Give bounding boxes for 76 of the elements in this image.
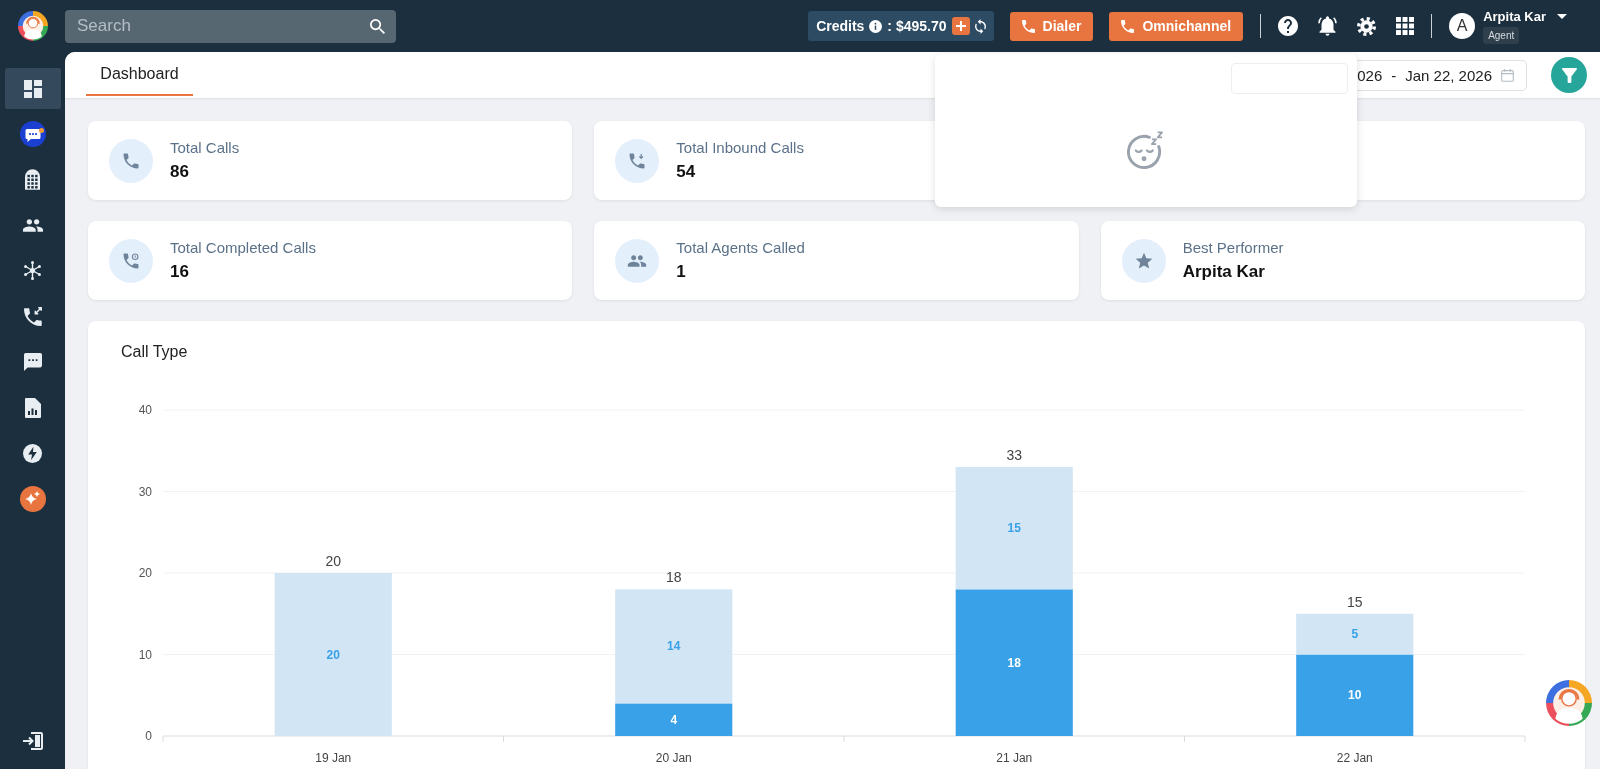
phone-incoming-icon [615, 138, 660, 183]
chat-icon [19, 121, 46, 148]
bar-value-label: 20 [326, 647, 340, 662]
message-icon [23, 353, 42, 372]
caret-icon[interactable] [1557, 13, 1567, 19]
calendar-icon [1501, 68, 1514, 82]
x-axis-label: 20 Jan [655, 751, 692, 765]
people-icon [615, 238, 660, 283]
stat-value: 86 [170, 162, 189, 182]
phone-icon [1121, 19, 1135, 33]
search-icon[interactable] [370, 18, 385, 34]
stat-value: 16 [170, 262, 189, 282]
filter-icon [1561, 67, 1577, 83]
bar-value-label: 14 [667, 639, 681, 654]
user-avatar[interactable]: A [1449, 13, 1476, 39]
bar-value-label: 5 [1351, 627, 1359, 642]
plus-icon [955, 21, 966, 31]
credits-label: Credits [816, 18, 865, 34]
bar-total-label: 18 [665, 569, 682, 586]
bar-total-label: 20 [325, 553, 342, 569]
dashboard-icon [23, 79, 42, 98]
settings-icon[interactable] [1357, 16, 1377, 36]
y-axis-label: 10 [138, 647, 152, 662]
bolt-icon [23, 443, 42, 463]
report-icon [24, 397, 41, 418]
search-field[interactable]: Search [65, 9, 396, 43]
chart-title: Call Type [121, 343, 188, 360]
phone-icon [109, 138, 153, 183]
hub-icon [24, 261, 41, 281]
date-range-field[interactable]: 026 - Jan 22, 2026 [1357, 59, 1527, 91]
refresh-icon[interactable] [974, 18, 986, 34]
sleeping-face-icon [1127, 131, 1165, 169]
add-credits-button[interactable] [951, 17, 970, 35]
stat-label: Total Inbound Calls [676, 139, 804, 156]
stat-label: Total Agents Called [676, 239, 805, 256]
x-axis-label: 21 Jan [996, 751, 1033, 765]
date-separator: - [1391, 66, 1397, 84]
x-axis-label: 22 Jan [1336, 751, 1373, 765]
keypad-icon [25, 169, 40, 191]
info-icon[interactable] [869, 19, 883, 33]
y-axis-label: 0 [145, 729, 152, 743]
people-icon [22, 218, 43, 232]
y-axis-label: 20 [138, 566, 152, 580]
bar-value-label: 18 [1007, 655, 1021, 670]
floating-logo-icon[interactable] [1546, 680, 1592, 726]
bar-value-label: 4 [670, 712, 678, 727]
tab[interactable]: Dashboard [86, 52, 193, 96]
help-icon[interactable] [1278, 16, 1299, 36]
bar-total-label: 33 [1006, 447, 1023, 464]
bar-value-label: 10 [1348, 688, 1362, 703]
role-badge: Agent [1483, 26, 1520, 44]
logout-icon [22, 732, 43, 750]
bar-total-label: 15 [1346, 593, 1363, 610]
y-axis-label: 30 [138, 484, 152, 499]
stat-value: 54 [676, 162, 696, 182]
bell-icon[interactable] [1318, 16, 1338, 36]
phone-transfer-icon [23, 306, 42, 326]
sparkle-icon [19, 485, 46, 512]
stat-label: Total Completed Calls [170, 239, 316, 256]
stat-label: Total Calls [170, 139, 240, 156]
phone-icon [1021, 19, 1035, 33]
user-name[interactable]: Arpita Kar [1483, 8, 1546, 24]
x-axis-label: 19 Jan [315, 751, 352, 765]
bar-value-label: 15 [1007, 521, 1021, 536]
date-start: 026 [1357, 66, 1383, 84]
app-logo-icon[interactable] [17, 11, 48, 41]
nav-item[interactable] [4, 68, 61, 109]
stat-value: 1 [676, 262, 686, 282]
phone-clock-icon [109, 238, 153, 283]
apps-grid-icon[interactable] [1396, 17, 1415, 35]
stat-label: Best Performer [1182, 239, 1284, 256]
y-axis-label: 40 [138, 403, 152, 417]
date-end: Jan 22, 2026 [1405, 66, 1492, 84]
filter-button[interactable] [1551, 57, 1587, 93]
stat-value: Arpita Kar [1182, 262, 1265, 282]
credits-amount: : $495.70 [887, 18, 947, 34]
